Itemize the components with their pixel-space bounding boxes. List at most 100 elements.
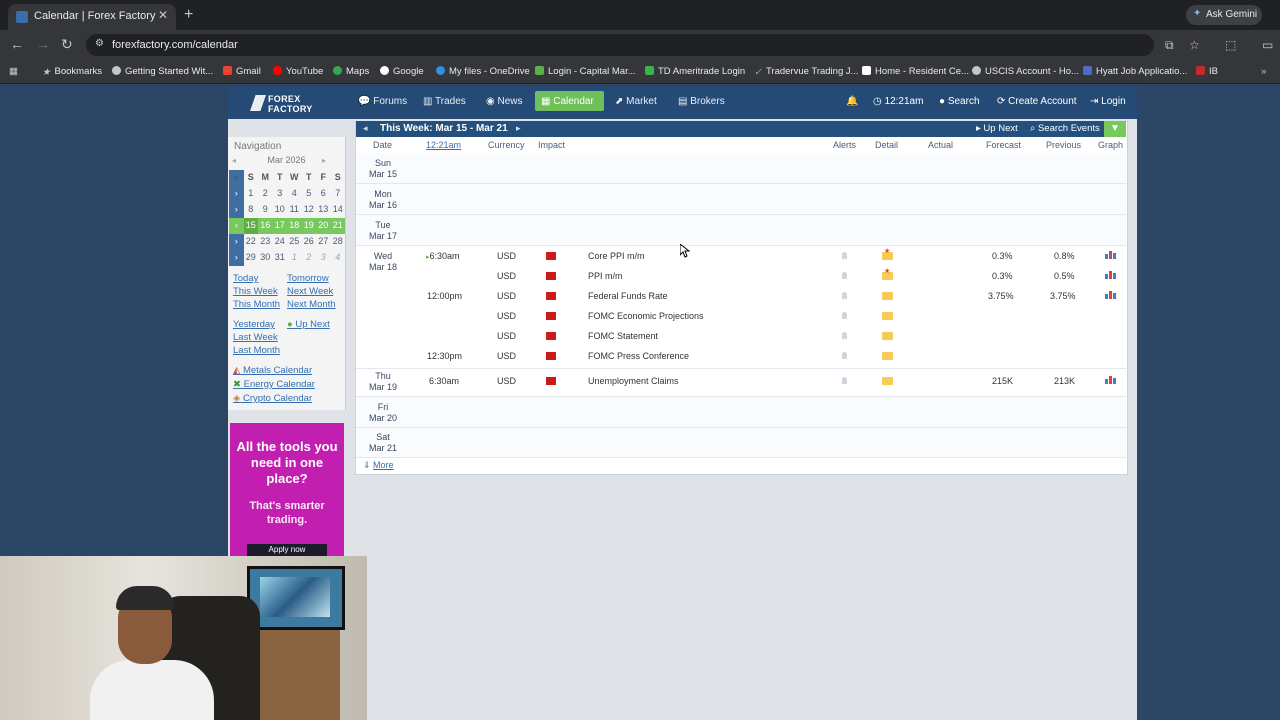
nav-news[interactable]: ◉ News	[480, 91, 530, 111]
next-month-icon[interactable]: ▸	[322, 156, 326, 165]
login-link[interactable]: ⇥ Login	[1090, 96, 1126, 107]
calendar-week-row[interactable]: › 29 30 31 1 2 3 4	[229, 250, 345, 266]
bookmark-item[interactable]: ★ Bookmarks	[42, 66, 102, 78]
bookmark-item[interactable]: My files - OneDrive	[436, 66, 530, 77]
event-title[interactable]: FOMC Statement	[588, 331, 658, 341]
search-events-button[interactable]: ⌕ Search Events	[1030, 123, 1100, 134]
day-label: Tue Mar 17	[368, 220, 397, 241]
back-icon[interactable]: ←	[10, 36, 24, 52]
extensions-icon[interactable]: ⬚	[1225, 38, 1236, 52]
tab-title: Calendar | Forex Factory	[34, 10, 156, 22]
address-bar[interactable]: ⚙ forexfactory.com/calendar	[86, 34, 1154, 56]
reload-icon[interactable]: ↻	[61, 36, 73, 53]
alert-bell-icon[interactable]	[842, 272, 847, 279]
bookmark-item[interactable]: Home - Resident Ce...	[862, 66, 969, 77]
alert-bell-icon[interactable]	[842, 252, 847, 259]
forward-icon[interactable]: →	[36, 36, 50, 52]
event-title[interactable]: FOMC Press Conference	[588, 351, 689, 361]
advertisement-banner[interactable]: All the tools you need in one place? Tha…	[230, 423, 344, 556]
detail-folder-icon[interactable]	[882, 292, 893, 300]
site-info-icon[interactable]: ⚙	[95, 38, 104, 49]
nav-calendar[interactable]: ▦ Calendar	[535, 91, 604, 111]
more-link[interactable]: ⇓ More	[363, 460, 394, 471]
graph-icon[interactable]	[1105, 376, 1117, 384]
nav-brokers[interactable]: ▤ Brokers	[672, 91, 736, 111]
event-title[interactable]: PPI m/m	[588, 271, 623, 281]
alert-bell-icon[interactable]	[842, 377, 847, 384]
alert-bell-icon[interactable]	[842, 352, 847, 359]
day-label: Sun Mar 15	[368, 158, 397, 179]
up-next-button[interactable]: ▸ Up Next	[976, 123, 1018, 134]
event-currency: USD	[497, 251, 517, 261]
bookmark-item[interactable]: Gmail	[223, 66, 261, 77]
ask-gemini-button[interactable]: ✦ Ask Gemini	[1186, 5, 1262, 25]
notifications-bell-icon[interactable]: 🔔	[846, 96, 858, 107]
alert-bell-icon[interactable]	[842, 332, 847, 339]
nav-market[interactable]: ⬈ Market	[609, 91, 667, 111]
link-next-month[interactable]: Next Month	[287, 299, 336, 310]
create-account-link[interactable]: ⟳ Create Account	[997, 96, 1077, 107]
event-title[interactable]: Federal Funds Rate	[588, 291, 668, 301]
bookmark-item[interactable]: Hyatt Job Applicatio...	[1083, 66, 1187, 77]
link-last-month[interactable]: Last Month	[233, 345, 280, 356]
new-tab-icon[interactable]: +	[184, 6, 193, 24]
more-bookmarks-icon[interactable]: »	[1261, 66, 1266, 77]
calendar-week-row[interactable]: › 1234567	[229, 186, 345, 202]
prev-week-icon[interactable]: ◂	[363, 123, 368, 134]
bookmark-item[interactable]: Login - Capital Mar...	[535, 66, 636, 77]
calendar-week-row[interactable]: › 22 23 24 25 26 27 28	[229, 234, 345, 250]
link-next-week[interactable]: Next Week	[287, 286, 333, 297]
calendar-week-row[interactable]: › 8 9 10 11 12 13 14	[229, 202, 345, 218]
ad-apply-button[interactable]: Apply now	[247, 544, 327, 556]
link-today[interactable]: Today	[233, 273, 258, 284]
detail-folder-icon[interactable]	[882, 247, 893, 260]
link-yesterday[interactable]: Yesterday	[233, 319, 275, 330]
close-tab-icon[interactable]: ✕	[158, 8, 168, 22]
bookmark-item[interactable]: Google	[380, 66, 424, 77]
site-clock[interactable]: ◷ 12:21am	[873, 96, 923, 107]
event-title[interactable]: Core PPI m/m	[588, 251, 645, 261]
next-week-icon[interactable]: ▸	[516, 123, 521, 134]
bookmark-item[interactable]: USCIS Account - Ho...	[972, 66, 1079, 77]
detail-folder-icon[interactable]	[882, 267, 893, 280]
event-title[interactable]: Unemployment Claims	[588, 376, 679, 386]
browser-tab[interactable]: Calendar | Forex Factory ✕	[8, 4, 176, 30]
link-last-week[interactable]: Last Week	[233, 332, 278, 343]
nav-trades[interactable]: ▥ Trades	[417, 91, 475, 111]
link-crypto-calendar[interactable]: ◈ Crypto Calendar	[233, 393, 312, 404]
detail-folder-icon[interactable]	[882, 352, 893, 360]
link-this-month[interactable]: This Month	[233, 299, 280, 310]
link-up-next[interactable]: ● Up Next	[287, 319, 330, 330]
link-tomorrow[interactable]: Tomorrow	[287, 273, 329, 284]
side-panel-icon[interactable]: ▭	[1262, 38, 1273, 52]
apps-icon[interactable]: ▦	[9, 66, 18, 77]
graph-icon[interactable]	[1105, 271, 1117, 279]
forex-factory-logo[interactable]: FOREX FACTORY	[250, 93, 318, 115]
calendar-week-row-current[interactable]: › 15 16 17 18 19 20 21	[229, 218, 345, 234]
bookmark-item[interactable]: IB	[1196, 66, 1218, 77]
detail-folder-icon[interactable]	[882, 332, 893, 340]
link-this-week[interactable]: This Week	[233, 286, 278, 297]
bookmark-item[interactable]: TD Ameritrade Login	[645, 66, 745, 77]
detail-folder-icon[interactable]	[882, 312, 893, 320]
graph-icon[interactable]	[1105, 251, 1117, 259]
alert-bell-icon[interactable]	[842, 292, 847, 299]
nav-forums[interactable]: 💬 Forums	[352, 91, 412, 111]
bookmark-item[interactable]: Getting Started Wit...	[112, 66, 213, 77]
link-energy-calendar[interactable]: ✖ Energy Calendar	[233, 379, 315, 390]
filter-icon[interactable]: ▼	[1104, 121, 1126, 137]
alert-bell-icon[interactable]	[842, 312, 847, 319]
site-search-button[interactable]: ● Search	[939, 96, 980, 107]
bookmark-item[interactable]: ✓ Tradervue Trading J...	[754, 66, 859, 78]
graph-icon[interactable]	[1105, 291, 1117, 299]
bookmark-star-icon[interactable]: ☆	[1189, 38, 1200, 52]
select-month-icon[interactable]: «	[229, 170, 244, 186]
cast-icon[interactable]: ⧉	[1165, 38, 1174, 53]
event-title[interactable]: FOMC Economic Projections	[588, 311, 704, 321]
link-metals-calendar[interactable]: ◭ Metals Calendar	[233, 365, 312, 376]
bookmark-item[interactable]: YouTube	[273, 66, 323, 77]
day-row	[356, 428, 1126, 458]
bookmark-item[interactable]: Maps	[333, 66, 369, 77]
col-time[interactable]: 12:21am	[426, 140, 461, 150]
detail-folder-icon[interactable]	[882, 377, 893, 385]
